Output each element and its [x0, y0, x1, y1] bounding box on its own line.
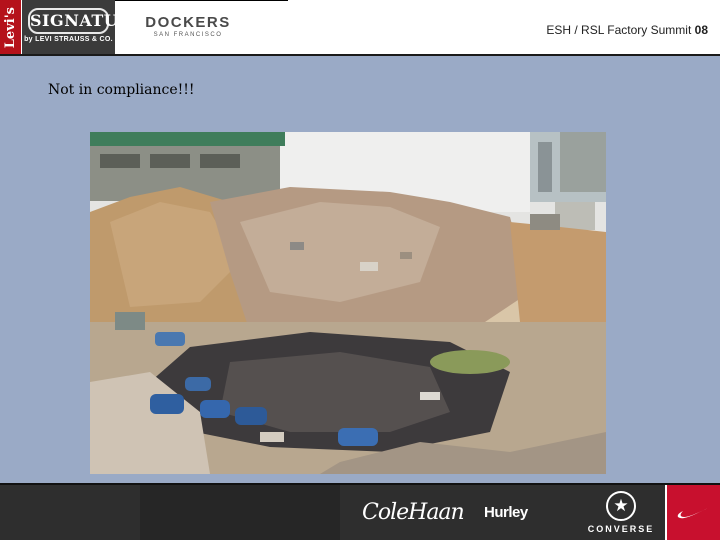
signature-logo-main: SIGNATURE — [28, 8, 144, 34]
header-bar: Levi's SIGNATURE by LEVI STRAUSS & CO. D… — [0, 0, 720, 56]
swoosh-icon — [677, 506, 710, 518]
footer-dark-panel — [140, 485, 340, 540]
dockers-logo-sub: SAN FRANCISCO — [153, 32, 223, 38]
levis-logo-text: Levi's — [3, 6, 18, 49]
signature-logo-sub: by LEVI STRAUSS & CO. — [24, 36, 113, 43]
footer-brand-bar: ColeHaan Hurley ★ CONVERSE — [0, 485, 720, 540]
hurley-logo: Hurley — [484, 504, 528, 521]
levis-logo: Levi's — [0, 0, 21, 55]
dockers-logo-main: DOCKERS — [145, 14, 231, 31]
converse-logo: ★ CONVERSE — [580, 491, 662, 534]
nike-logo — [667, 485, 720, 540]
converse-star-icon: ★ — [606, 491, 636, 521]
header-title-year: 08 — [694, 23, 708, 37]
signature-logo: SIGNATURE by LEVI STRAUSS & CO. — [22, 0, 144, 55]
header-title: ESH / RSL Factory Summit 08 — [470, 23, 708, 37]
construction-debris-photo — [90, 132, 606, 474]
slide-content: Not in compliance!!! — [0, 56, 720, 483]
header-title-text: ESH / RSL Factory Summit — [546, 23, 695, 37]
header-top-line — [115, 0, 288, 1]
slide-heading: Not in compliance!!! — [48, 82, 195, 98]
converse-logo-word: CONVERSE — [587, 524, 655, 534]
photo-illustration — [90, 132, 606, 474]
cole-haan-logo: ColeHaan — [362, 500, 465, 525]
dockers-logo: DOCKERS SAN FRANCISCO — [138, 14, 238, 38]
